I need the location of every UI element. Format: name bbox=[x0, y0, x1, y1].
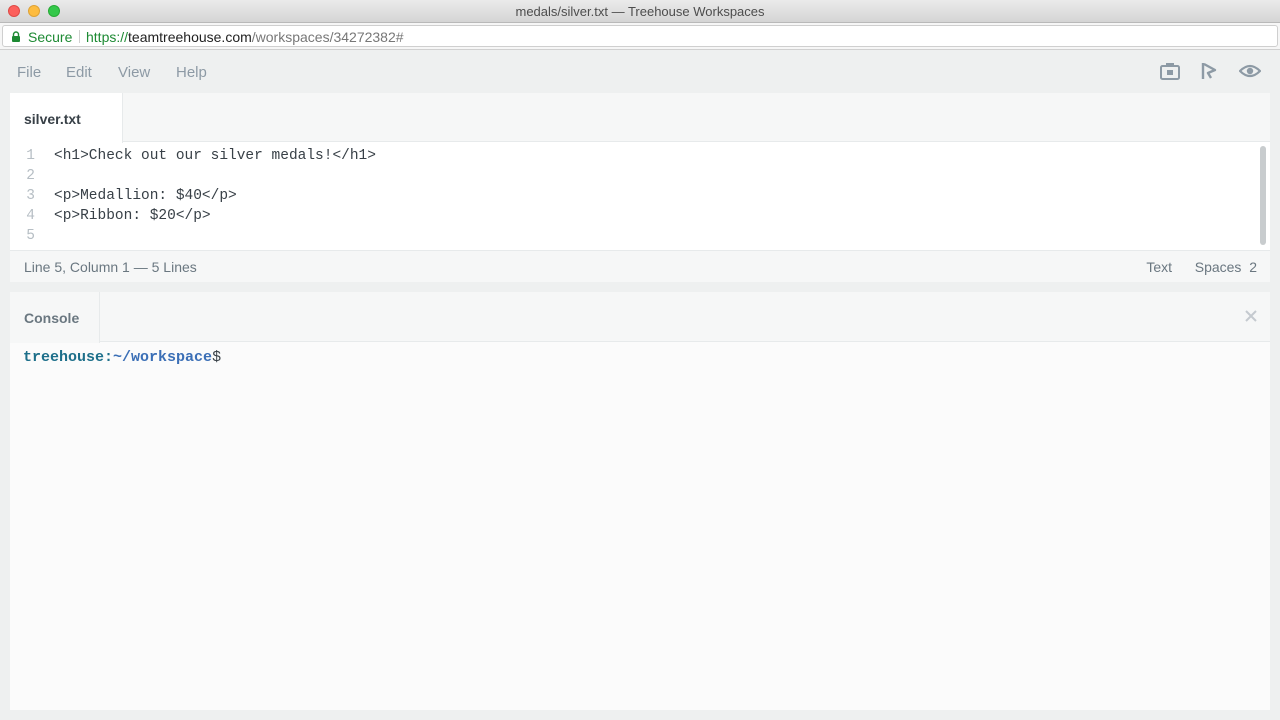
menu-file[interactable]: File bbox=[17, 64, 41, 81]
terminal-prompt[interactable]: treehouse:~/workspace$ bbox=[23, 349, 221, 366]
editor-scrollbar[interactable] bbox=[1260, 146, 1266, 245]
line-text: <p>Ribbon: $20</p> bbox=[54, 208, 211, 224]
tab-label: silver.txt bbox=[24, 111, 81, 127]
cursor-position: Line 5, Column 1 — 5 Lines bbox=[24, 259, 197, 275]
code-line: 1 <h1>Check out our silver medals!</h1> bbox=[10, 148, 1258, 168]
editor-tab-strip: silver.txt bbox=[10, 93, 1270, 143]
menu-view[interactable]: View bbox=[118, 64, 150, 81]
code-line: 2 bbox=[10, 168, 1258, 188]
code-line: 3 <p>Medallion: $40</p> bbox=[10, 188, 1258, 208]
menu-edit[interactable]: Edit bbox=[66, 64, 92, 81]
preview-eye-icon[interactable] bbox=[1239, 61, 1261, 81]
tab-silver-txt[interactable]: silver.txt bbox=[10, 93, 123, 143]
secure-label: Secure bbox=[28, 29, 73, 45]
prompt-host: treehouse bbox=[23, 349, 105, 366]
line-number: 4 bbox=[26, 208, 35, 224]
code-line: 5 bbox=[10, 228, 1258, 248]
indentation-selector[interactable]: Spaces 2 bbox=[1195, 259, 1257, 275]
screenshot-icon[interactable] bbox=[1159, 61, 1181, 81]
url-scheme: https:// bbox=[86, 29, 129, 45]
prompt-path: ~/workspace bbox=[113, 349, 213, 366]
url-host: teamtreehouse.com bbox=[128, 29, 252, 45]
close-icon[interactable] bbox=[1244, 309, 1258, 323]
line-number: 1 bbox=[26, 148, 35, 164]
address-bar: Secure https://teamtreehouse.com/workspa… bbox=[0, 23, 1280, 50]
url-field[interactable]: Secure https://teamtreehouse.com/workspa… bbox=[2, 25, 1278, 47]
editor-status-bar: Line 5, Column 1 — 5 Lines Text Spaces 2 bbox=[10, 250, 1270, 282]
console-label: Console bbox=[24, 310, 80, 326]
line-number: 5 bbox=[26, 228, 35, 244]
lock-icon bbox=[12, 31, 20, 42]
line-text: <h1>Check out our silver medals!</h1> bbox=[54, 148, 376, 164]
url-text: https://teamtreehouse.com/workspaces/342… bbox=[86, 29, 404, 45]
menu-bar: File Edit View Help bbox=[0, 50, 1280, 93]
prompt-dollar: $ bbox=[212, 349, 222, 366]
share-icon[interactable] bbox=[1199, 61, 1221, 81]
code-line: 4 <p>Ribbon: $20</p> bbox=[10, 208, 1258, 228]
console-header: Console bbox=[10, 292, 1270, 343]
syntax-mode-selector[interactable]: Text bbox=[1146, 259, 1172, 275]
url-divider bbox=[79, 30, 80, 43]
url-path: /workspaces/34272382# bbox=[251, 29, 404, 45]
code-area[interactable]: 1 <h1>Check out our silver medals!</h1> … bbox=[10, 143, 1258, 250]
console-panel: Console treehouse:~/workspace$ bbox=[10, 292, 1270, 710]
line-number: 2 bbox=[26, 168, 35, 184]
line-text: <p>Medallion: $40</p> bbox=[54, 188, 237, 204]
window-titlebar: medals/silver.txt — Treehouse Workspaces bbox=[0, 0, 1280, 23]
prompt-separator: : bbox=[104, 349, 114, 366]
line-number: 3 bbox=[26, 188, 35, 204]
editor-panel: silver.txt 1 <h1>Check out our silver me… bbox=[10, 93, 1270, 282]
tab-console[interactable]: Console bbox=[10, 292, 100, 343]
window-title: medals/silver.txt — Treehouse Workspaces bbox=[515, 4, 765, 19]
menu-help[interactable]: Help bbox=[176, 64, 207, 81]
